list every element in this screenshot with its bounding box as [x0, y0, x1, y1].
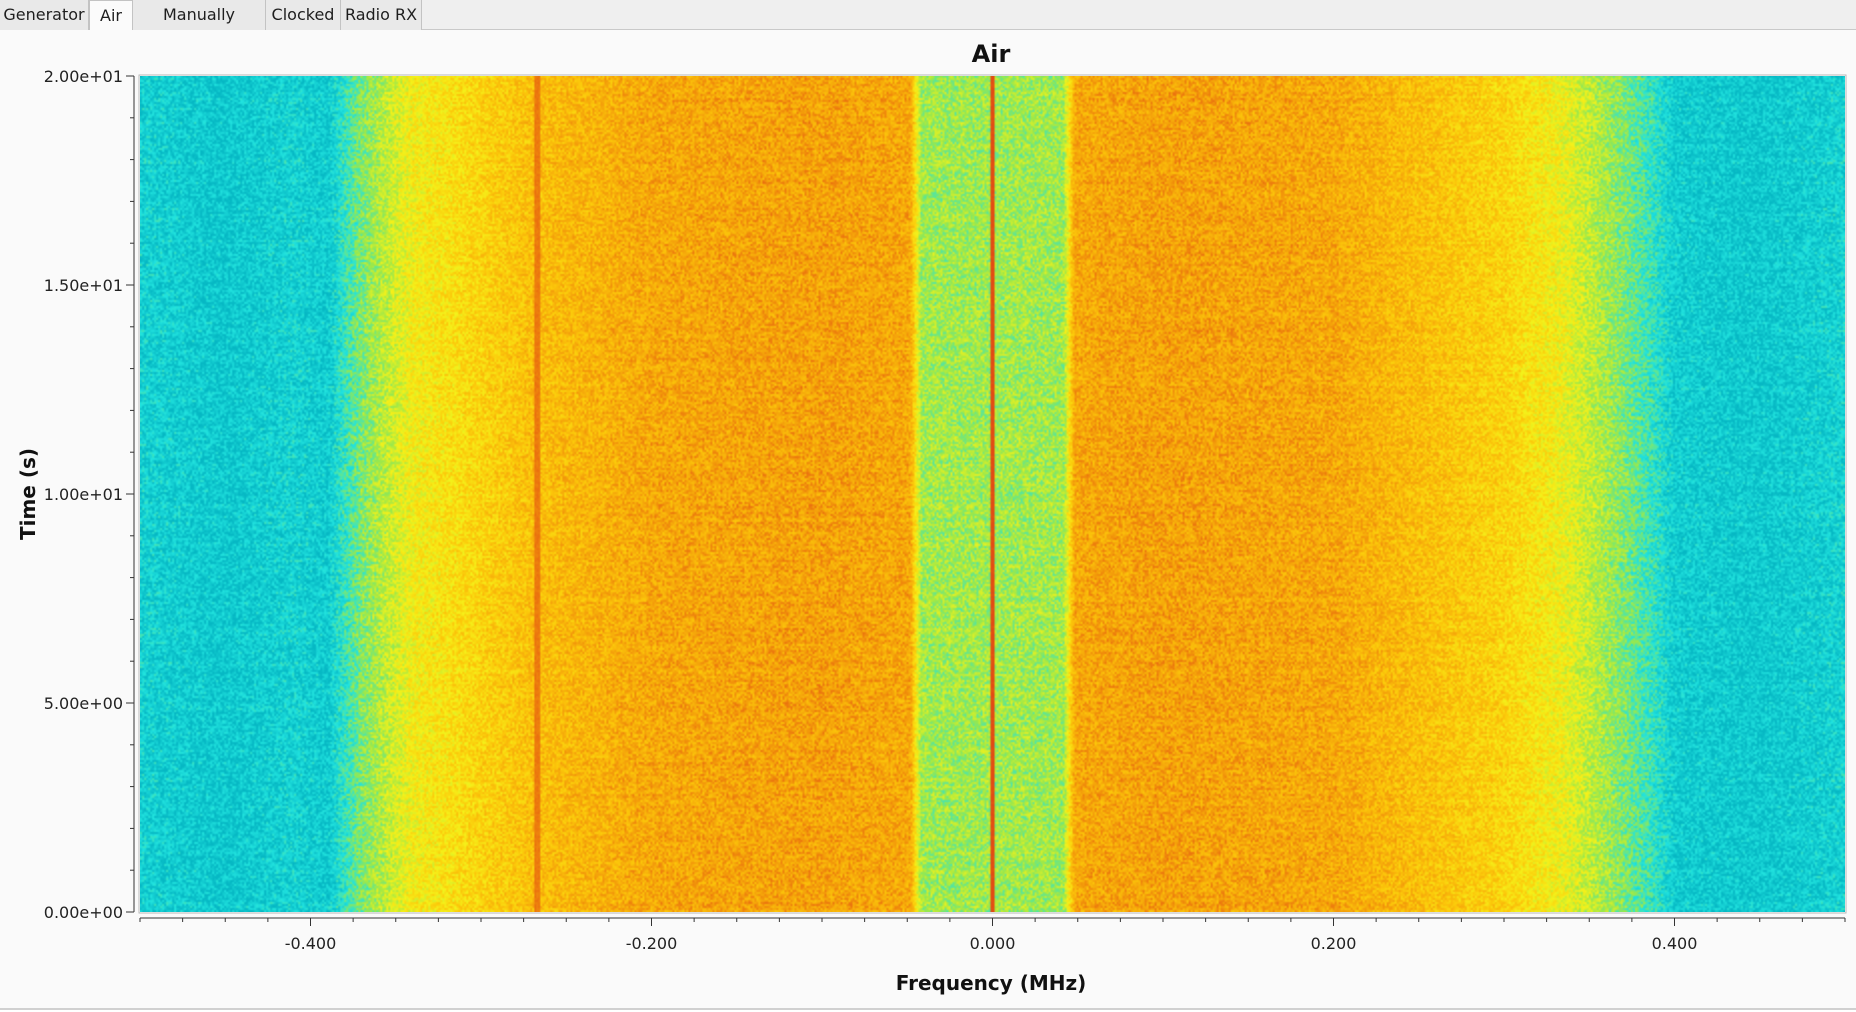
x-tick-label: 0.200 [1311, 934, 1357, 953]
tab-radio-rx[interactable]: Radio RX [341, 0, 422, 30]
tab-manually-clocked[interactable]: Manually clocked [133, 0, 266, 54]
waterfall-chart: Air -0.400 -0.200 0.000 0.200 0.400 0.00e+00… [16, 40, 1847, 995]
waterfall-image[interactable] [140, 76, 1845, 912]
x-tick-label: -0.200 [626, 934, 678, 953]
y-tick-label: 5.00e+00 [44, 694, 123, 713]
y-tick-label: 2.00e+01 [44, 67, 123, 86]
tab-panel-air: Air -0.400 -0.200 0.000 0.200 0.400 0.00e+00… [0, 30, 1856, 1008]
y-axis-ticks: 0.00e+00 5.00e+00 1.00e+01 1.50e+01 2.00e+01 [44, 67, 134, 922]
tab-clocked[interactable]: Clocked [266, 0, 341, 30]
x-tick-label: 0.400 [1652, 934, 1698, 953]
y-tick-label: 0.00e+00 [44, 903, 123, 922]
tab-bar: Generator Air Manually clocked Clocked R… [0, 0, 1856, 54]
x-axis-label: Frequency (MHz) [896, 971, 1087, 995]
tab-air[interactable]: Air [89, 0, 133, 31]
x-tick-label: 0.000 [970, 934, 1016, 953]
tab-generator[interactable]: Generator [0, 0, 89, 30]
y-tick-label: 1.00e+01 [44, 485, 123, 504]
x-axis-ticks: -0.400 -0.200 0.000 0.200 0.400 [139, 918, 1846, 953]
y-axis-label: Time (s) [16, 448, 40, 540]
y-tick-label: 1.50e+01 [44, 276, 123, 295]
chart-title: Air [972, 40, 1011, 68]
x-tick-label: -0.400 [285, 934, 337, 953]
